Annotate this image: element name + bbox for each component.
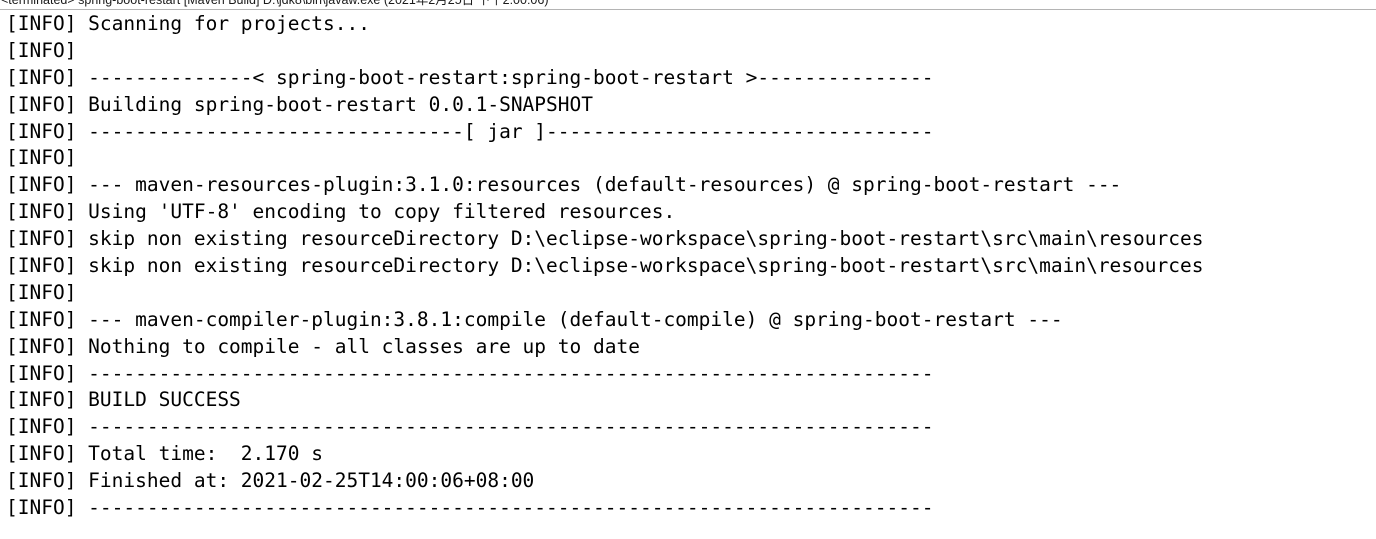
console-line: [INFO] --------------------------------[…: [6, 119, 1376, 146]
console-line: [INFO] --- maven-resources-plugin:3.1.0:…: [6, 172, 1376, 199]
console-titlebar: <terminated> spring-boot-restart [Maven …: [0, 0, 1376, 9]
console-output-area[interactable]: [INFO] Scanning for projects...[INFO] [I…: [0, 10, 1376, 539]
console-line: [INFO] Using 'UTF-8' encoding to copy fi…: [6, 199, 1376, 226]
console-line: [INFO] Building spring-boot-restart 0.0.…: [6, 92, 1376, 119]
console-line: [INFO] ---------------------------------…: [6, 495, 1376, 522]
console-line: [INFO] BUILD SUCCESS: [6, 387, 1376, 414]
console-line: [INFO]: [6, 145, 1376, 172]
console-line: [INFO] ---------------------------------…: [6, 414, 1376, 441]
console-line: [INFO] --------------< spring-boot-resta…: [6, 65, 1376, 92]
console-titlebar-label: <terminated> spring-boot-restart [Maven …: [1, 0, 549, 9]
console-line: [INFO]: [6, 280, 1376, 307]
console-line: [INFO] skip non existing resourceDirecto…: [6, 226, 1376, 253]
console-line: [INFO] Nothing to compile - all classes …: [6, 334, 1376, 361]
console-line: [INFO] skip non existing resourceDirecto…: [6, 253, 1376, 280]
console-line: [INFO]: [6, 38, 1376, 65]
console-line: [INFO] Scanning for projects...: [6, 11, 1376, 38]
console-window: <terminated> spring-boot-restart [Maven …: [0, 0, 1376, 539]
console-line: [INFO] --- maven-compiler-plugin:3.8.1:c…: [6, 307, 1376, 334]
console-line: [INFO] Finished at: 2021-02-25T14:00:06+…: [6, 468, 1376, 495]
console-line: [INFO] ---------------------------------…: [6, 361, 1376, 388]
console-line: [INFO] Total time: 2.170 s: [6, 441, 1376, 468]
